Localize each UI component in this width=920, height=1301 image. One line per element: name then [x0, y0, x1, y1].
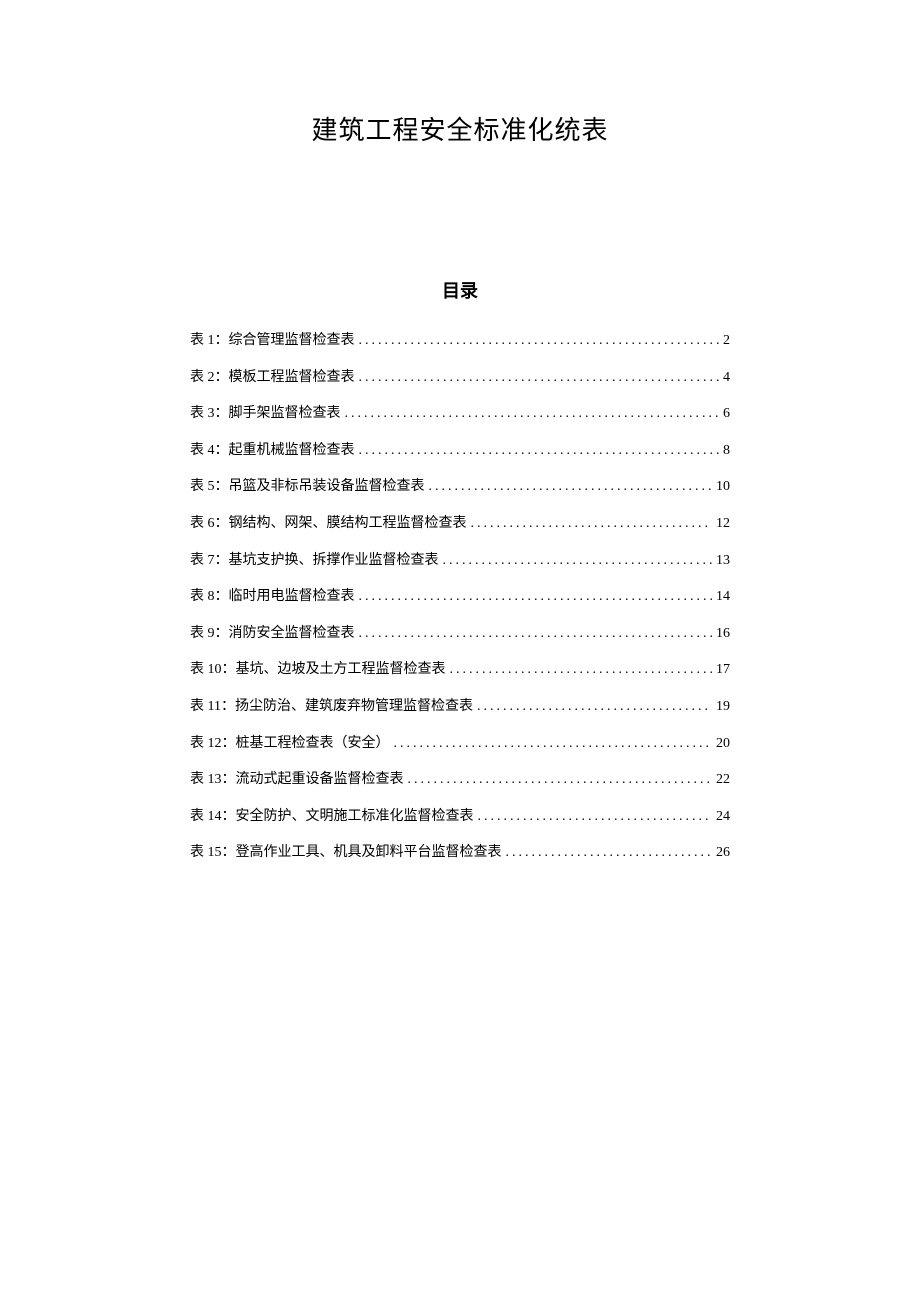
- document-page: 建筑工程安全标准化统表 目录 表 1：综合管理监督检查表 2 表 2：模板工程监…: [0, 0, 920, 863]
- toc-entry-page: 4: [723, 368, 730, 388]
- toc-entry-label: 表 14：安全防护、文明施工标准化监督检查表: [190, 807, 474, 827]
- toc-entry-label: 表 2：模板工程监督检查表: [190, 368, 355, 388]
- toc-dots: [477, 697, 712, 717]
- toc-dots: [443, 551, 713, 571]
- toc-entry: 表 8：临时用电监督检查表 14: [190, 587, 730, 607]
- toc-entry-page: 24: [716, 807, 730, 827]
- toc-entry-page: 26: [716, 843, 730, 863]
- toc-dots: [359, 587, 713, 607]
- toc-dots: [359, 624, 713, 644]
- toc-entry: 表 14：安全防护、文明施工标准化监督检查表 24: [190, 807, 730, 827]
- toc-entry-page: 8: [723, 441, 730, 461]
- toc-entry: 表 12：桩基工程检查表（安全） 20: [190, 734, 730, 754]
- document-title: 建筑工程安全标准化统表: [120, 110, 800, 147]
- toc-entry-label: 表 3：脚手架监督检查表: [190, 404, 341, 424]
- toc-entry-label: 表 8：临时用电监督检查表: [190, 587, 355, 607]
- toc-entry: 表 5：吊篮及非标吊装设备监督检查表 10: [190, 477, 730, 497]
- toc-dots: [359, 441, 720, 461]
- toc-dots: [478, 807, 713, 827]
- toc-dots: [345, 404, 720, 424]
- toc-dots: [408, 770, 713, 790]
- toc-dots: [429, 477, 713, 497]
- toc-entry-label: 表 4：起重机械监督检查表: [190, 441, 355, 461]
- toc-entry-page: 20: [716, 734, 730, 754]
- toc-entry-page: 6: [723, 404, 730, 424]
- toc-entry-page: 13: [716, 551, 730, 571]
- toc-entry: 表 6：钢结构、网架、膜结构工程监督检查表 12: [190, 514, 730, 534]
- toc-entry-label: 表 11：扬尘防治、建筑废弃物管理监督检查表: [190, 697, 473, 717]
- toc-entry-label: 表 12：桩基工程检查表（安全）: [190, 734, 390, 754]
- toc-entry: 表 9：消防安全监督检查表 16: [190, 624, 730, 644]
- toc-entry: 表 7：基坑支护换、拆撑作业监督检查表 13: [190, 551, 730, 571]
- toc-entry-label: 表 10：基坑、边坡及土方工程监督检查表: [190, 660, 446, 680]
- toc-entry-page: 16: [716, 624, 730, 644]
- toc-list: 表 1：综合管理监督检查表 2 表 2：模板工程监督检查表 4 表 3：脚手架监…: [120, 331, 800, 863]
- toc-dots: [359, 368, 720, 388]
- toc-entry: 表 1：综合管理监督检查表 2: [190, 331, 730, 351]
- toc-dots: [471, 514, 713, 534]
- toc-entry-page: 22: [716, 770, 730, 790]
- toc-dots: [506, 843, 713, 863]
- toc-entry-page: 2: [723, 331, 730, 351]
- toc-dots: [394, 734, 713, 754]
- toc-entry-label: 表 5：吊篮及非标吊装设备监督检查表: [190, 477, 425, 497]
- toc-entry-label: 表 1：综合管理监督检查表: [190, 331, 355, 351]
- toc-entry-page: 12: [716, 514, 730, 534]
- toc-entry-page: 17: [716, 660, 730, 680]
- toc-entry-page: 19: [716, 697, 730, 717]
- toc-entry-label: 表 13：流动式起重设备监督检查表: [190, 770, 404, 790]
- toc-entry: 表 4：起重机械监督检查表 8: [190, 441, 730, 461]
- toc-entry-label: 表 7：基坑支护换、拆撑作业监督检查表: [190, 551, 439, 571]
- toc-dots: [450, 660, 713, 680]
- toc-entry: 表 2：模板工程监督检查表 4: [190, 368, 730, 388]
- toc-heading: 目录: [120, 277, 800, 303]
- toc-entry: 表 10：基坑、边坡及土方工程监督检查表 17: [190, 660, 730, 680]
- toc-entry-page: 14: [716, 587, 730, 607]
- toc-entry-label: 表 15：登高作业工具、机具及卸料平台监督检查表: [190, 843, 502, 863]
- toc-entry-label: 表 6：钢结构、网架、膜结构工程监督检查表: [190, 514, 467, 534]
- toc-entry: 表 11：扬尘防治、建筑废弃物管理监督检查表 19: [190, 697, 730, 717]
- toc-entry-label: 表 9：消防安全监督检查表: [190, 624, 355, 644]
- toc-entry: 表 15：登高作业工具、机具及卸料平台监督检查表 26: [190, 843, 730, 863]
- toc-entry-page: 10: [716, 477, 730, 497]
- toc-entry: 表 13：流动式起重设备监督检查表 22: [190, 770, 730, 790]
- toc-entry: 表 3：脚手架监督检查表 6: [190, 404, 730, 424]
- toc-dots: [359, 331, 720, 351]
